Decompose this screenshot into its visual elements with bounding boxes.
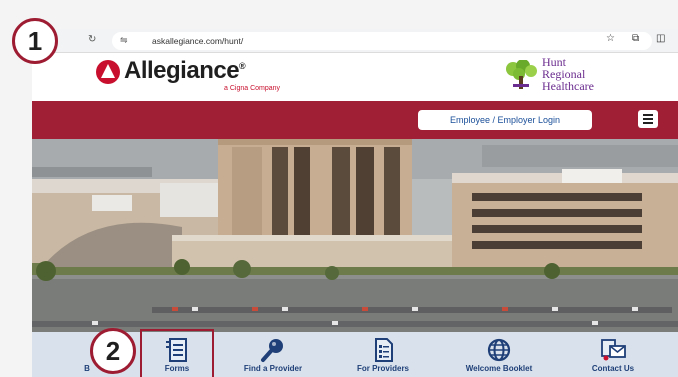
employee-employer-login-button[interactable]: Employee / Employer Login bbox=[418, 110, 592, 130]
url-text: askallegiance.com/hunt/ bbox=[152, 36, 244, 46]
browser-toolbar: ↻ ⇋ askallegiance.com/hunt/ ☆ ⧉ ◫ bbox=[32, 29, 678, 53]
partner-name: Hunt Regional Healthcare bbox=[542, 55, 594, 93]
extensions-icon[interactable]: ⧉ bbox=[632, 33, 639, 44]
globe-icon bbox=[487, 338, 511, 362]
nav-item-label: Contact Us bbox=[591, 364, 635, 373]
allegiance-logo-mark-icon bbox=[96, 60, 120, 84]
hamburger-menu-icon[interactable] bbox=[638, 110, 658, 128]
hospital-hero-image bbox=[32, 139, 678, 332]
callout-1-badge: 1 bbox=[12, 18, 58, 64]
screenshot-stage: ↻ ⇋ askallegiance.com/hunt/ ☆ ⧉ ◫ Allegi… bbox=[0, 0, 678, 377]
callout-2-badge: 2 bbox=[90, 328, 136, 374]
nav-item-find-a-provider[interactable]: Find a Provider bbox=[228, 332, 318, 377]
red-nav-bar: Employee / Employer Login bbox=[32, 101, 678, 139]
nav-item-welcome-booklet[interactable]: Welcome Booklet bbox=[444, 332, 554, 377]
brand-name: Allegiance® bbox=[124, 57, 246, 84]
nav-item-label: Welcome Booklet bbox=[465, 364, 533, 373]
nav-item-label: Find a Provider bbox=[243, 364, 303, 373]
nav-item-contact-us[interactable]: Contact Us bbox=[568, 332, 658, 377]
nav-item-label: Forms bbox=[164, 364, 190, 373]
brand-tagline: a Cigna Company bbox=[224, 85, 281, 92]
forms-icon bbox=[166, 338, 187, 362]
site-info-icon[interactable]: ⇋ bbox=[120, 35, 128, 46]
bookmark-star-icon[interactable]: ☆ bbox=[606, 33, 615, 44]
address-bar[interactable]: ⇋ askallegiance.com/hunt/ bbox=[112, 32, 652, 50]
mail-icon bbox=[601, 339, 626, 361]
side-panel-icon[interactable]: ◫ bbox=[656, 33, 665, 44]
nav-item-for-providers[interactable]: For Providers bbox=[338, 332, 428, 377]
reload-icon[interactable]: ↻ bbox=[88, 34, 96, 45]
magnifier-icon bbox=[261, 339, 283, 362]
tree-logo-icon bbox=[506, 60, 537, 89]
nav-item-label: For Providers bbox=[356, 364, 409, 373]
document-icon bbox=[375, 338, 393, 362]
site-header: Allegiance® a Cigna Company Hunt Regiona… bbox=[32, 53, 678, 101]
nav-item-forms[interactable]: Forms bbox=[142, 332, 212, 377]
